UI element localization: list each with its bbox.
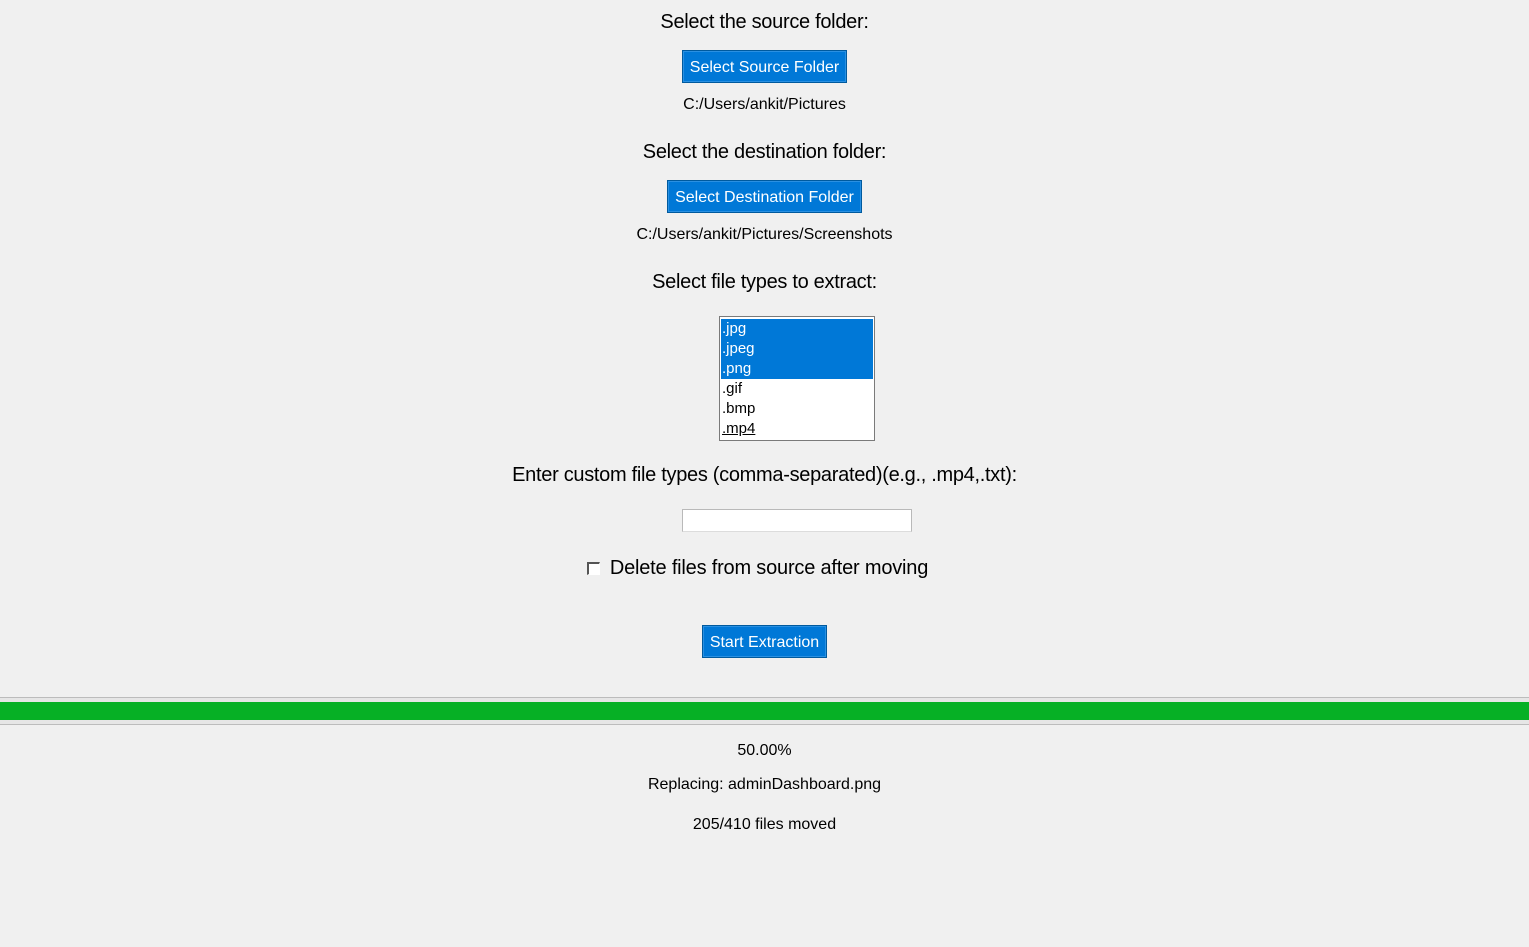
progress-bar <box>0 697 1529 725</box>
delete-files-label: Delete files from source after moving <box>609 557 929 579</box>
file-type-option[interactable]: .jpg <box>721 319 873 339</box>
source-folder-heading: Select the source folder: <box>660 11 869 33</box>
delete-files-checkbox[interactable] <box>586 562 600 575</box>
progress-bar-fill <box>0 702 1529 720</box>
file-type-option-label: .png <box>722 360 752 377</box>
select-destination-folder-button[interactable]: Select Destination Folder <box>667 180 862 213</box>
file-type-option[interactable]: .mp4 <box>721 419 873 439</box>
current-action-text: Replacing: adminDashboard.png <box>647 776 882 793</box>
file-type-option-label: .gif <box>722 380 743 397</box>
progress-percent: 50.00% <box>737 742 792 759</box>
source-folder-path: C:/Users/ankit/Pictures <box>683 96 846 113</box>
file-type-option[interactable]: .png <box>721 359 873 379</box>
file-type-option-label: .bmp <box>722 400 756 417</box>
file-type-option[interactable]: .gif <box>721 379 873 399</box>
file-type-option[interactable]: .jpeg <box>721 339 873 359</box>
file-types-heading: Select file types to extract: <box>652 271 877 293</box>
file-type-option-label: .mp4 <box>722 420 756 437</box>
file-types-listbox[interactable]: .jpg .jpeg .png .gif .bmp .mp4 <box>719 316 875 441</box>
delete-option-row[interactable]: Delete files from source after moving <box>0 557 1529 580</box>
files-moved-count: 205/410 files moved <box>692 816 837 833</box>
destination-folder-heading: Select the destination folder: <box>642 141 887 163</box>
destination-folder-path: C:/Users/ankit/Pictures/Screenshots <box>636 226 893 243</box>
start-extraction-button[interactable]: Start Extraction <box>701 625 828 658</box>
file-type-option[interactable]: .bmp <box>721 399 873 419</box>
custom-types-input[interactable] <box>682 509 912 532</box>
file-type-option-label: .jpeg <box>722 340 755 357</box>
select-source-folder-button[interactable]: Select Source Folder <box>681 50 848 83</box>
file-type-option-label: .jpg <box>722 320 747 337</box>
custom-types-heading: Enter custom file types (comma-separated… <box>512 464 1017 486</box>
